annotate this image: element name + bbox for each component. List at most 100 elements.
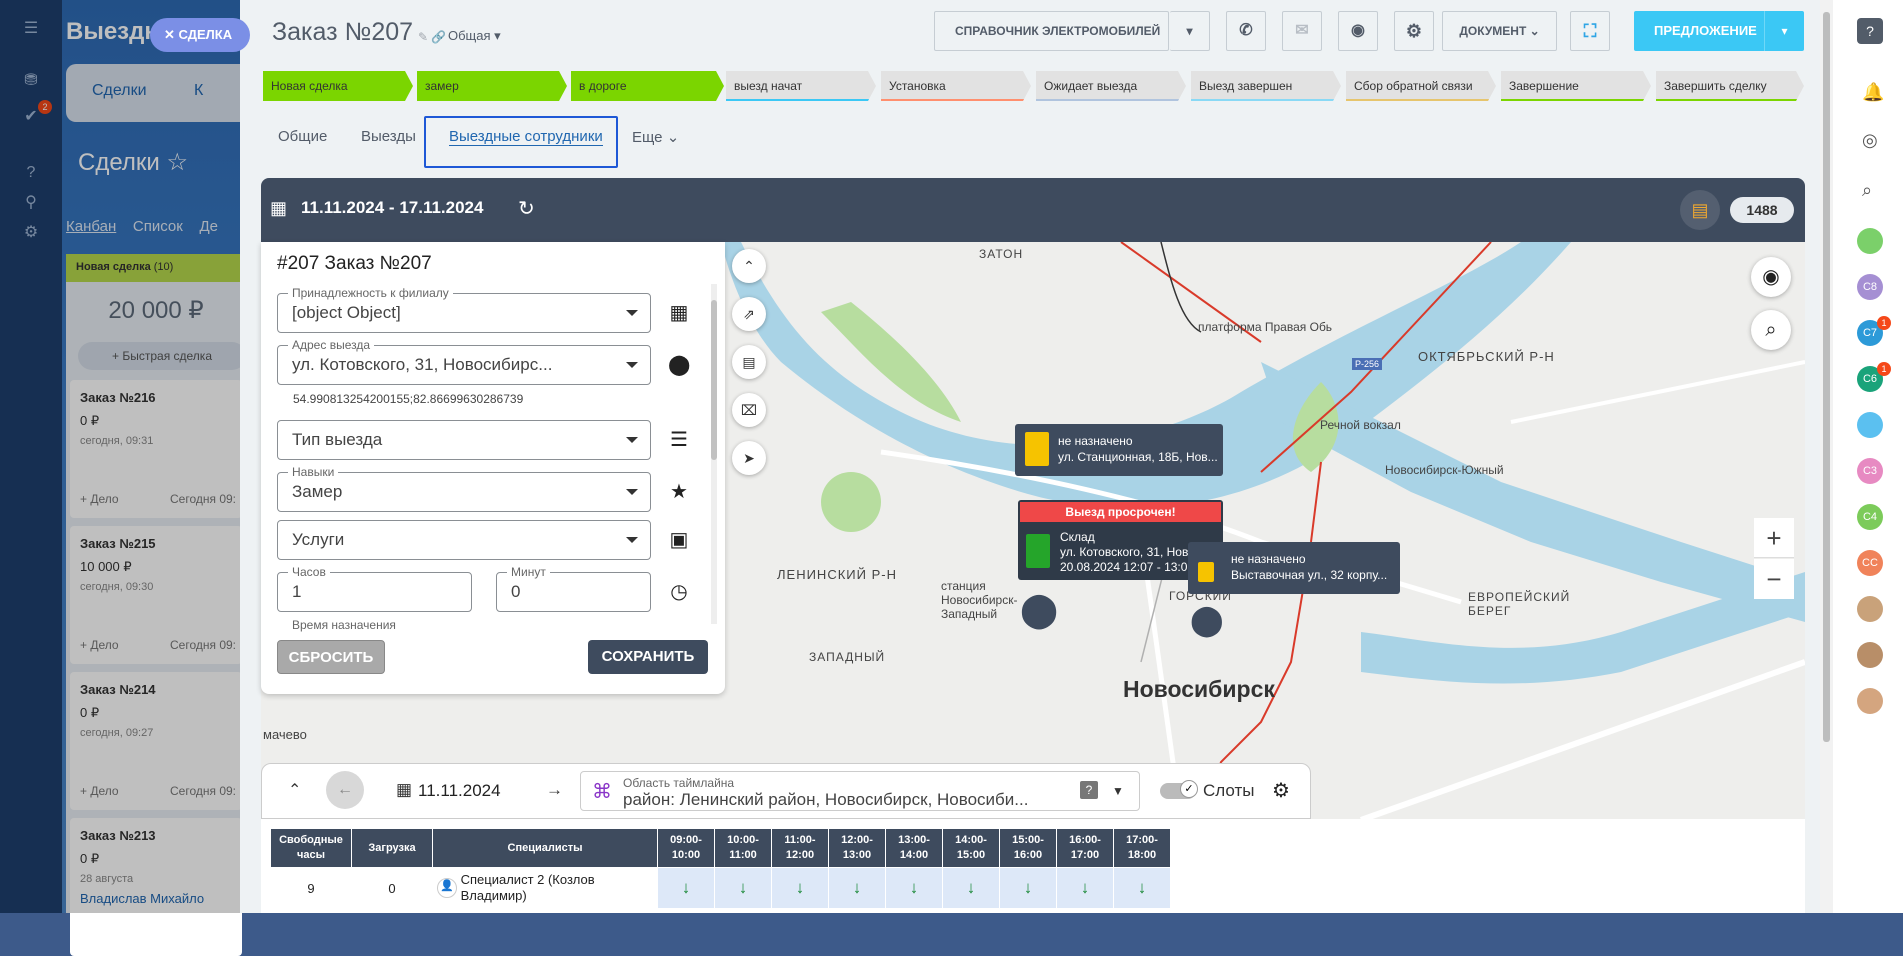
avatar-label: С7	[1862, 327, 1878, 339]
zoom-out-button[interactable]: −	[1754, 559, 1794, 599]
map-toolbar	[261, 178, 1805, 242]
rightbar-avatar[interactable]	[1857, 228, 1883, 254]
calendar-icon[interactable]: ▦	[270, 198, 287, 219]
clock-icon[interactable]: ◷	[668, 581, 690, 603]
area-icon: ⌘	[592, 781, 612, 803]
search-icon[interactable]: ⌕	[1751, 310, 1791, 350]
help-icon[interactable]: ?	[1857, 18, 1883, 44]
save-button[interactable]: СОХРАНИТЬ	[588, 640, 708, 674]
stage-started[interactable]: выезд начат	[726, 71, 876, 101]
stage-close-deal[interactable]: Завершить сделку	[1656, 71, 1804, 101]
slot-cell[interactable]: ↓	[772, 868, 828, 908]
zoom-in-button[interactable]: +	[1754, 518, 1794, 558]
slot-cell[interactable]: ↓	[658, 868, 714, 908]
map-pin-icon[interactable]: ⬤	[1020, 590, 1058, 630]
user-avatar[interactable]	[1857, 596, 1883, 622]
mail-icon[interactable]: ✉	[1282, 11, 1322, 51]
tab-visits[interactable]: Выезды	[361, 128, 416, 145]
avatar-label: СС	[1862, 557, 1878, 569]
rightbar-avatar[interactable]: С8	[1857, 274, 1883, 300]
rightbar-avatar[interactable]: СС	[1857, 550, 1883, 576]
slot-cell[interactable]: ↓	[943, 868, 999, 908]
rightbar-avatar[interactable]	[1857, 412, 1883, 438]
stage-finished[interactable]: Выезд завершен	[1191, 71, 1341, 101]
schedule-table: Свободные часы Загрузка Специалисты 09:0…	[270, 828, 1171, 909]
briefcase-icon[interactable]: ▣	[668, 529, 690, 551]
document-button[interactable]: ДОКУМЕНТ ⌄	[1442, 11, 1557, 51]
chat-icon[interactable]: ◉	[1338, 11, 1378, 51]
stage-completion[interactable]: Завершение	[1501, 71, 1651, 101]
map-label: платформа Правая Обь	[1198, 320, 1333, 334]
stage-waiting[interactable]: Ожидает выезда	[1036, 71, 1186, 101]
tab-field-employees[interactable]: Выездные сотрудники	[449, 128, 603, 146]
offer-dropdown[interactable]: ▾	[1764, 11, 1804, 51]
stage-install[interactable]: Установка	[881, 71, 1031, 101]
address-label: Адрес выезда	[288, 338, 375, 352]
slot-cell[interactable]: ↓	[1057, 868, 1113, 908]
edit-title-icon[interactable]: ✎ 🔗	[418, 30, 446, 44]
slot-cell[interactable]: ↓	[715, 868, 771, 908]
chevron-down-icon[interactable]: ▼	[1112, 784, 1124, 798]
services-select[interactable]: Услуги	[277, 520, 651, 560]
rightbar-avatar[interactable]: С4	[1857, 504, 1883, 530]
popup-unassigned-2[interactable]: не назначено Выставочная ул., 32 корпу..…	[1188, 542, 1400, 594]
fullscreen-icon[interactable]: ⛶	[1570, 11, 1610, 51]
tab-more[interactable]: Еще ⌄	[632, 128, 679, 146]
book-icon[interactable]: ▤	[1680, 190, 1720, 230]
map-pin-icon[interactable]: ⬤	[1190, 603, 1224, 638]
rightbar-avatar[interactable]: С3	[1857, 458, 1883, 484]
timeline-date[interactable]: 11.11.2024	[418, 781, 501, 801]
location-pin-icon[interactable]: ⬤	[668, 354, 690, 376]
category-select[interactable]: Общая ▾	[448, 28, 501, 44]
route-icon[interactable]: ➤	[732, 441, 766, 475]
gear-icon[interactable]: ⚙	[1272, 778, 1290, 803]
page-scroll-thumb[interactable]	[1823, 12, 1830, 742]
building-icon[interactable]: ▦	[668, 302, 690, 324]
visit-type-select[interactable]: Тип выезда	[277, 420, 651, 460]
stage-new[interactable]: Новая сделка	[263, 71, 413, 101]
stage-on-the-way[interactable]: в дороге	[571, 71, 724, 101]
stage-measure[interactable]: замер	[417, 71, 567, 101]
gear-icon[interactable]: ⚙	[1394, 11, 1434, 51]
user-avatar[interactable]	[1857, 688, 1883, 714]
document-edit-icon[interactable]: ▤	[732, 345, 766, 379]
free-hours-cell: 9	[307, 880, 315, 896]
stage-feedback[interactable]: Сбор обратной связи	[1346, 71, 1496, 101]
col-free-hours: Свободные часы	[271, 829, 351, 867]
help-icon[interactable]: ?	[1080, 781, 1098, 799]
collapse-icon[interactable]: ⌃	[732, 249, 766, 283]
chat-icon[interactable]: ◎	[1862, 130, 1878, 151]
slot-cell[interactable]: ↓	[829, 868, 885, 908]
reset-button[interactable]: СБРОСИТЬ	[277, 640, 385, 674]
close-slider-button[interactable]: ✕ СДЕЛКА	[150, 18, 250, 52]
slot-cell[interactable]: ↓	[1114, 868, 1170, 908]
list-icon[interactable]: ☰	[668, 429, 690, 451]
user-icon: 👤	[437, 878, 457, 898]
search-icon[interactable]: ⌕	[1862, 180, 1872, 201]
open-external-icon[interactable]: ⇗	[732, 297, 766, 331]
popup-unassigned-1[interactable]: не назначено ул. Станционная, 18Б, Нов..…	[1015, 424, 1223, 476]
tab-general[interactable]: Общие	[278, 128, 327, 145]
calendar-icon[interactable]: ▦	[396, 780, 412, 800]
map-label: ЕВРОПЕЙСКИЙ БЕРЕГ	[1468, 590, 1571, 618]
catalog-dropdown[interactable]: ▾	[1170, 11, 1210, 51]
slot-cell[interactable]: ↓	[1000, 868, 1056, 908]
forward-arrow-icon[interactable]: →	[546, 780, 563, 800]
bell-icon[interactable]: 🔔	[1862, 82, 1884, 103]
document-delete-icon[interactable]: ⌧	[732, 393, 766, 427]
eye-icon[interactable]: ◉	[1751, 257, 1791, 297]
avatar-label: С3	[1862, 465, 1878, 477]
popup-status: не назначено	[1231, 552, 1306, 566]
chevron-up-icon[interactable]: ⌃	[288, 780, 301, 800]
star-icon[interactable]: ★	[668, 481, 690, 503]
phone-icon[interactable]: ✆	[1226, 11, 1266, 51]
date-range[interactable]: 11.11.2024 - 17.11.2024	[301, 198, 483, 218]
address-value: ул. Котовского, 31, Новосибирс...	[292, 355, 553, 374]
user-avatar[interactable]	[1857, 642, 1883, 668]
form-scroll-thumb[interactable]	[711, 300, 717, 460]
specialist-cell[interactable]: 👤 Специалист 2 (Козлов Владимир)	[433, 868, 657, 908]
slot-cell[interactable]: ↓	[886, 868, 942, 908]
catalog-button[interactable]: СПРАВОЧНИК ЭЛЕКТРОМОБИЛЕЙ	[934, 11, 1169, 51]
back-arrow-icon[interactable]: ←	[326, 771, 364, 809]
refresh-icon[interactable]: ↻	[518, 196, 535, 221]
